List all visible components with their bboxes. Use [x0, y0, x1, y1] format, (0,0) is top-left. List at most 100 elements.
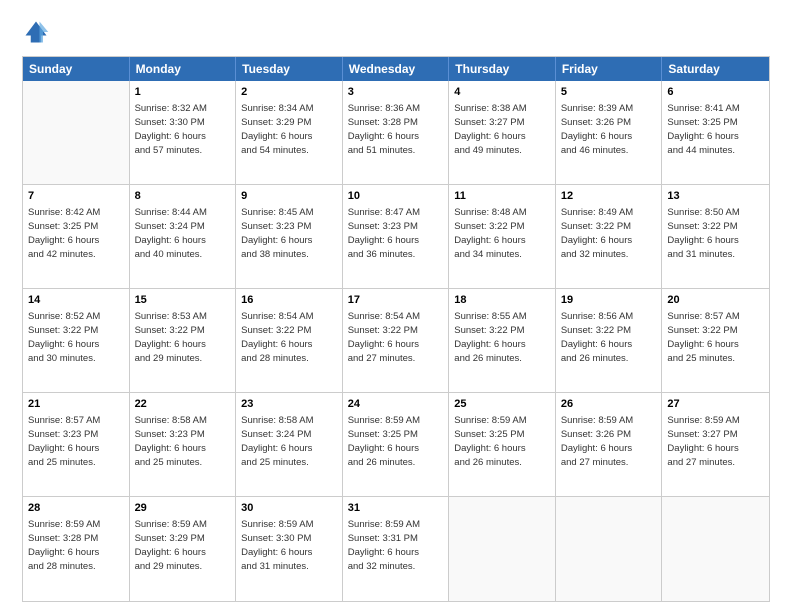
header-day-sunday: Sunday [23, 57, 130, 81]
calendar-cell [662, 497, 769, 601]
day-info: Sunrise: 8:41 AM Sunset: 3:25 PM Dayligh… [667, 102, 764, 157]
day-number: 6 [667, 85, 764, 100]
day-info: Sunrise: 8:52 AM Sunset: 3:22 PM Dayligh… [28, 310, 124, 365]
day-number: 2 [241, 85, 337, 100]
calendar-cell: 26 Sunrise: 8:59 AM Sunset: 3:26 PM Dayli… [556, 393, 663, 496]
day-number: 10 [348, 189, 444, 204]
day-info: Sunrise: 8:39 AM Sunset: 3:26 PM Dayligh… [561, 102, 657, 157]
day-info: Sunrise: 8:59 AM Sunset: 3:27 PM Dayligh… [667, 414, 764, 469]
day-number: 1 [135, 85, 231, 100]
calendar-cell: 29 Sunrise: 8:59 AM Sunset: 3:29 PM Dayli… [130, 497, 237, 601]
day-info: Sunrise: 8:44 AM Sunset: 3:24 PM Dayligh… [135, 206, 231, 261]
calendar-cell: 13Sunrise: 8:50 AM Sunset: 3:22 PM Dayli… [662, 185, 769, 288]
calendar-cell: 5 Sunrise: 8:39 AM Sunset: 3:26 PM Daylig… [556, 81, 663, 184]
calendar-cell: 24 Sunrise: 8:59 AM Sunset: 3:25 PM Dayli… [343, 393, 450, 496]
day-number: 23 [241, 397, 337, 412]
calendar-cell: 22 Sunrise: 8:58 AM Sunset: 3:23 PM Dayli… [130, 393, 237, 496]
day-info: Sunrise: 8:48 AM Sunset: 3:22 PM Dayligh… [454, 206, 550, 261]
header-day-monday: Monday [130, 57, 237, 81]
calendar-cell: 30 Sunrise: 8:59 AM Sunset: 3:30 PM Dayli… [236, 497, 343, 601]
calendar-cell: 19Sunrise: 8:56 AM Sunset: 3:22 PM Dayli… [556, 289, 663, 392]
day-number: 12 [561, 189, 657, 204]
day-info: Sunrise: 8:59 AM Sunset: 3:26 PM Dayligh… [561, 414, 657, 469]
calendar-cell: 15Sunrise: 8:53 AM Sunset: 3:22 PM Dayli… [130, 289, 237, 392]
calendar-cell: 4 Sunrise: 8:38 AM Sunset: 3:27 PM Daylig… [449, 81, 556, 184]
header-day-thursday: Thursday [449, 57, 556, 81]
calendar-week-2: 7 Sunrise: 8:42 AM Sunset: 3:25 PM Daylig… [23, 185, 769, 289]
day-info: Sunrise: 8:49 AM Sunset: 3:22 PM Dayligh… [561, 206, 657, 261]
calendar-cell: 18 Sunrise: 8:55 AM Sunset: 3:22 PM Dayli… [449, 289, 556, 392]
day-info: Sunrise: 8:32 AM Sunset: 3:30 PM Dayligh… [135, 102, 231, 157]
day-number: 30 [241, 501, 337, 516]
day-number: 31 [348, 501, 444, 516]
day-info: Sunrise: 8:59 AM Sunset: 3:25 PM Dayligh… [454, 414, 550, 469]
logo-icon [22, 18, 50, 46]
day-info: Sunrise: 8:53 AM Sunset: 3:22 PM Dayligh… [135, 310, 231, 365]
day-info: Sunrise: 8:57 AM Sunset: 3:23 PM Dayligh… [28, 414, 124, 469]
day-info: Sunrise: 8:54 AM Sunset: 3:22 PM Dayligh… [241, 310, 337, 365]
day-info: Sunrise: 8:54 AM Sunset: 3:22 PM Dayligh… [348, 310, 444, 365]
day-number: 26 [561, 397, 657, 412]
calendar-cell: 1 Sunrise: 8:32 AM Sunset: 3:30 PM Daylig… [130, 81, 237, 184]
header-day-friday: Friday [556, 57, 663, 81]
page: SundayMondayTuesdayWednesdayThursdayFrid… [0, 0, 792, 612]
day-number: 5 [561, 85, 657, 100]
day-info: Sunrise: 8:59 AM Sunset: 3:30 PM Dayligh… [241, 518, 337, 573]
day-info: Sunrise: 8:42 AM Sunset: 3:25 PM Dayligh… [28, 206, 124, 261]
day-number: 18 [454, 293, 550, 308]
calendar-cell: 27 Sunrise: 8:59 AM Sunset: 3:27 PM Dayli… [662, 393, 769, 496]
calendar-week-1: 1 Sunrise: 8:32 AM Sunset: 3:30 PM Daylig… [23, 81, 769, 185]
day-info: Sunrise: 8:58 AM Sunset: 3:23 PM Dayligh… [135, 414, 231, 469]
day-info: Sunrise: 8:55 AM Sunset: 3:22 PM Dayligh… [454, 310, 550, 365]
day-number: 14 [28, 293, 124, 308]
calendar-cell: 3Sunrise: 8:36 AM Sunset: 3:28 PM Daylig… [343, 81, 450, 184]
day-info: Sunrise: 8:38 AM Sunset: 3:27 PM Dayligh… [454, 102, 550, 157]
day-info: Sunrise: 8:45 AM Sunset: 3:23 PM Dayligh… [241, 206, 337, 261]
calendar-cell: 31Sunrise: 8:59 AM Sunset: 3:31 PM Dayli… [343, 497, 450, 601]
day-number: 8 [135, 189, 231, 204]
day-number: 19 [561, 293, 657, 308]
calendar-cell [23, 81, 130, 184]
calendar-week-4: 21 Sunrise: 8:57 AM Sunset: 3:23 PM Dayli… [23, 393, 769, 497]
calendar-cell [449, 497, 556, 601]
calendar-cell: 8 Sunrise: 8:44 AM Sunset: 3:24 PM Daylig… [130, 185, 237, 288]
day-number: 28 [28, 501, 124, 516]
calendar-cell: 16 Sunrise: 8:54 AM Sunset: 3:22 PM Dayli… [236, 289, 343, 392]
day-number: 3 [348, 85, 444, 100]
day-info: Sunrise: 8:59 AM Sunset: 3:29 PM Dayligh… [135, 518, 231, 573]
day-info: Sunrise: 8:34 AM Sunset: 3:29 PM Dayligh… [241, 102, 337, 157]
calendar-cell: 7 Sunrise: 8:42 AM Sunset: 3:25 PM Daylig… [23, 185, 130, 288]
day-number: 27 [667, 397, 764, 412]
calendar-cell: 23 Sunrise: 8:58 AM Sunset: 3:24 PM Dayli… [236, 393, 343, 496]
calendar-cell: 21 Sunrise: 8:57 AM Sunset: 3:23 PM Dayli… [23, 393, 130, 496]
calendar-cell: 10Sunrise: 8:47 AM Sunset: 3:23 PM Dayli… [343, 185, 450, 288]
calendar-cell: 12 Sunrise: 8:49 AM Sunset: 3:22 PM Dayli… [556, 185, 663, 288]
header-day-tuesday: Tuesday [236, 57, 343, 81]
calendar-cell: 20Sunrise: 8:57 AM Sunset: 3:22 PM Dayli… [662, 289, 769, 392]
header [22, 18, 770, 46]
day-number: 7 [28, 189, 124, 204]
day-number: 22 [135, 397, 231, 412]
day-info: Sunrise: 8:58 AM Sunset: 3:24 PM Dayligh… [241, 414, 337, 469]
day-number: 13 [667, 189, 764, 204]
header-day-saturday: Saturday [662, 57, 769, 81]
calendar-cell: 11Sunrise: 8:48 AM Sunset: 3:22 PM Dayli… [449, 185, 556, 288]
calendar-cell: 25Sunrise: 8:59 AM Sunset: 3:25 PM Dayli… [449, 393, 556, 496]
day-number: 17 [348, 293, 444, 308]
day-number: 9 [241, 189, 337, 204]
day-number: 29 [135, 501, 231, 516]
calendar-week-3: 14 Sunrise: 8:52 AM Sunset: 3:22 PM Dayli… [23, 289, 769, 393]
day-number: 24 [348, 397, 444, 412]
day-info: Sunrise: 8:59 AM Sunset: 3:25 PM Dayligh… [348, 414, 444, 469]
calendar-cell: 28 Sunrise: 8:59 AM Sunset: 3:28 PM Dayli… [23, 497, 130, 601]
calendar-cell: 17 Sunrise: 8:54 AM Sunset: 3:22 PM Dayli… [343, 289, 450, 392]
day-number: 21 [28, 397, 124, 412]
day-info: Sunrise: 8:57 AM Sunset: 3:22 PM Dayligh… [667, 310, 764, 365]
day-number: 16 [241, 293, 337, 308]
calendar-header: SundayMondayTuesdayWednesdayThursdayFrid… [23, 57, 769, 81]
header-day-wednesday: Wednesday [343, 57, 450, 81]
day-number: 4 [454, 85, 550, 100]
calendar-cell [556, 497, 663, 601]
day-info: Sunrise: 8:59 AM Sunset: 3:28 PM Dayligh… [28, 518, 124, 573]
calendar: SundayMondayTuesdayWednesdayThursdayFrid… [22, 56, 770, 602]
